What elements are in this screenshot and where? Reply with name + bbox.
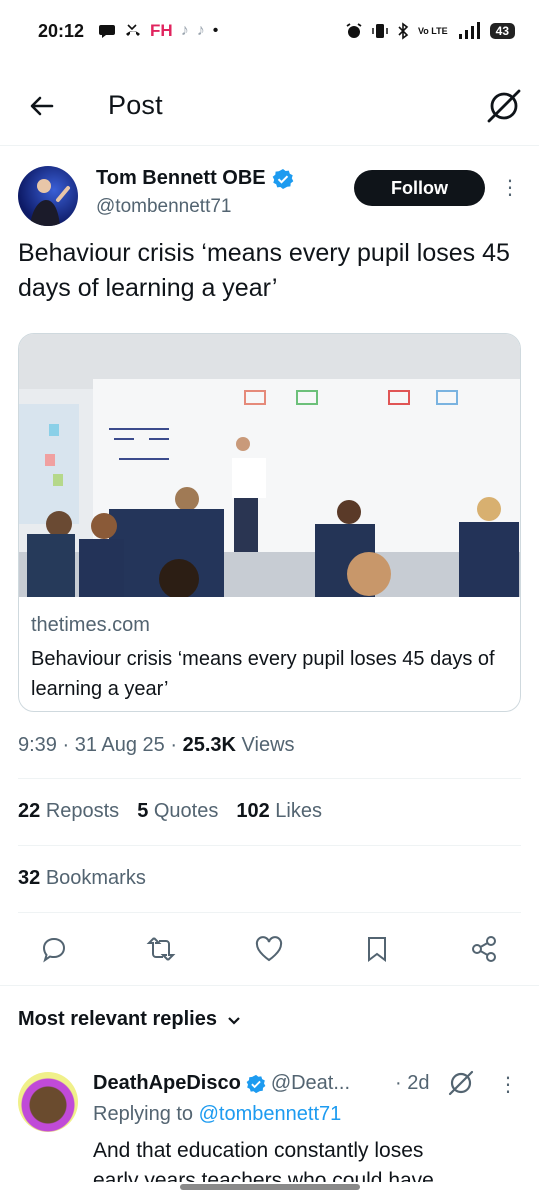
page-title: Post — [108, 90, 163, 120]
views-count: 25.3K — [182, 734, 236, 756]
post-date: 31 Aug 25 — [74, 734, 165, 756]
replying-to-handle[interactable]: @tombennett71 — [199, 1103, 342, 1125]
quotes-stat[interactable]: 5 Quotes — [137, 800, 218, 823]
author-handle[interactable]: @tombennett71 — [96, 196, 232, 218]
views-label: Views — [241, 734, 295, 756]
grok-button[interactable] — [484, 86, 524, 126]
reply-author-handle: @Deat... — [270, 1072, 351, 1094]
reply-icon[interactable] — [39, 934, 69, 964]
replies-sort-dropdown[interactable]: Most relevant replies — [18, 1008, 243, 1031]
divider — [18, 912, 521, 913]
signal-icon — [458, 22, 480, 39]
chevron-down-icon — [228, 1016, 240, 1025]
post-text: Behaviour crisis ‘means every pupil lose… — [18, 239, 510, 302]
post-stats: 22 Reposts 5 Quotes 102 Likes — [18, 800, 322, 823]
likes-stat[interactable]: 102 Likes — [236, 800, 322, 823]
home-indicator[interactable] — [180, 1184, 360, 1190]
reposts-stat[interactable]: 22 Reposts — [18, 800, 119, 823]
vibrate-icon — [372, 24, 388, 38]
more-options-icon[interactable]: ⋮ — [498, 176, 522, 200]
like-icon[interactable] — [254, 934, 284, 964]
more-options-icon[interactable]: ⋮ — [498, 1072, 518, 1097]
bookmark-icon[interactable] — [362, 934, 392, 964]
link-card[interactable]: thetimes.com Behaviour crisis ‘means eve… — [18, 333, 521, 712]
verified-badge-icon — [272, 168, 293, 189]
volte-icon: Vo LTE — [417, 25, 448, 36]
post-author: Tom Bennett OBE @tombennett71 Follow ⋮ — [18, 164, 523, 226]
system-icons: Vo LTE 43 — [345, 22, 515, 40]
alarm-icon — [346, 23, 362, 38]
post-meta: 9:39 · 31 Aug 25 · 25.3K Views — [18, 734, 295, 756]
author-name-text: Tom Bennett OBE — [96, 167, 266, 189]
dot-icon: • — [212, 22, 219, 39]
back-button[interactable] — [24, 88, 60, 124]
divider — [0, 985, 539, 986]
reply-time: · 2d — [395, 1072, 430, 1094]
notification-icons: FH ♪ ♪ • — [98, 21, 218, 41]
status-time: 20:12 — [38, 20, 85, 41]
verified-badge-icon — [246, 1074, 266, 1093]
arrow-left-icon — [30, 96, 54, 116]
top-app-bar: Post — [0, 70, 539, 146]
status-bar: 20:12 FH ♪ ♪ • Vo LTE 43 — [0, 0, 539, 62]
app-badge-fh: FH — [150, 21, 173, 40]
bluetooth-icon — [398, 22, 409, 40]
author-name[interactable]: Tom Bennett OBE — [96, 167, 294, 190]
divider — [18, 845, 521, 846]
post-time: 9:39 — [18, 734, 57, 756]
card-image-classroom[interactable] — [19, 334, 521, 597]
bookmarks-stat[interactable]: 32 Bookmarks — [18, 867, 146, 890]
repost-icon[interactable] — [146, 934, 176, 964]
battery-icon: 43 — [489, 23, 515, 39]
share-icon[interactable] — [469, 934, 499, 964]
reply-text-cutoff: early years teachers who could have — [93, 1169, 434, 1182]
replying-to: Replying to @tombennett71 — [93, 1103, 342, 1125]
post-actions — [0, 926, 539, 972]
replies-heading: Most relevant replies — [18, 1008, 217, 1030]
divider — [18, 778, 521, 779]
missed-call-icon — [126, 24, 141, 36]
reply-avatar[interactable] — [18, 1072, 78, 1132]
author-avatar[interactable] — [18, 166, 78, 226]
reply-author-name: DeathApeDisco — [93, 1072, 241, 1094]
tiktok-icon: ♪ — [180, 22, 189, 39]
reply-author[interactable]: DeathApeDisco @Deat... — [93, 1072, 350, 1095]
reply-item[interactable]: DeathApeDisco @Deat... · 2d ⋮ Replying t… — [0, 1060, 539, 1200]
grok-icon — [487, 89, 521, 123]
card-domain: thetimes.com — [31, 614, 150, 636]
grok-icon[interactable] — [446, 1068, 476, 1098]
message-icon — [99, 25, 116, 38]
reply-text: And that education constantly loses — [93, 1139, 424, 1162]
tiktok-icon: ♪ — [196, 22, 205, 39]
avatar-person-icon — [30, 179, 70, 226]
follow-button[interactable]: Follow — [354, 170, 485, 206]
card-title: Behaviour crisis ‘means every pupil lose… — [31, 648, 495, 700]
